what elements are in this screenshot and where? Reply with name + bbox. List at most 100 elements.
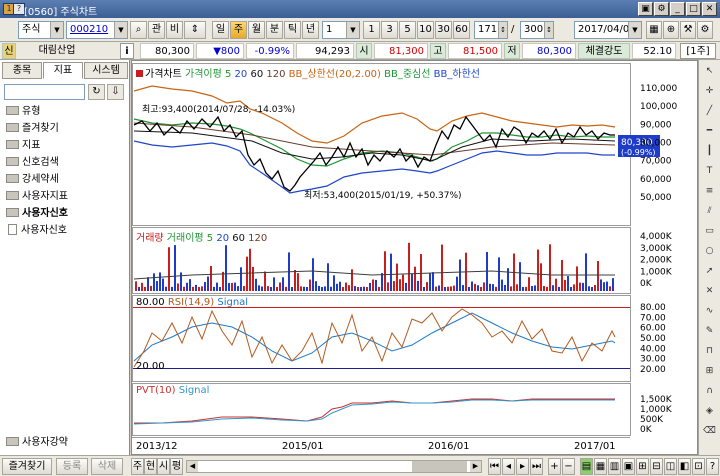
view-button-3[interactable]: ▣ bbox=[622, 458, 635, 475]
period-value-select[interactable]: 1 ▼ bbox=[322, 21, 360, 39]
tree-item-favorites[interactable]: 즐겨찾기 bbox=[6, 120, 59, 137]
scroll-prev-button[interactable]: ◂ bbox=[502, 458, 515, 475]
refresh-button[interactable]: ↻ bbox=[88, 84, 105, 100]
ruler-tool-icon[interactable]: ⊞ bbox=[702, 364, 717, 378]
interval-1-button[interactable]: 1 bbox=[363, 21, 380, 39]
zoom-out-button[interactable]: − bbox=[562, 458, 575, 475]
tab-system[interactable]: 시스템 bbox=[84, 62, 128, 79]
legend-rsi-signal: Signal bbox=[217, 297, 249, 308]
period-year-button[interactable]: 년 bbox=[302, 21, 319, 39]
chart-canvas[interactable]: 최고:93,400(2014/07/28, -14.03%) 최저:53,400… bbox=[132, 61, 697, 454]
settings-button[interactable]: ⚙ bbox=[697, 21, 713, 39]
zoom-in-button[interactable]: + bbox=[548, 458, 561, 475]
view-button-4[interactable]: ⊞ bbox=[636, 458, 649, 475]
tree-item-user-strength[interactable]: 사용자강약 bbox=[6, 434, 68, 451]
indicator-search-input[interactable] bbox=[4, 84, 85, 100]
export-button[interactable]: ▤ bbox=[580, 458, 593, 475]
period-tick-button[interactable]: 틱 bbox=[284, 21, 301, 39]
bi-button[interactable]: 비 bbox=[166, 21, 183, 39]
eraser-tool-icon[interactable]: ⌫ bbox=[702, 424, 717, 438]
arrow-tool-icon[interactable]: ➚ bbox=[702, 264, 717, 278]
unit-button[interactable]: [1주] bbox=[680, 43, 716, 59]
market-select[interactable]: 주식 ▼ bbox=[18, 21, 64, 39]
date-input[interactable]: 2017/04/04 ▼ bbox=[574, 21, 642, 39]
gwan-button[interactable]: 관 bbox=[148, 21, 165, 39]
tools-button[interactable]: ⚒ bbox=[680, 21, 696, 39]
pen-tool-icon[interactable]: ✎ bbox=[702, 324, 717, 338]
scroll-first-button[interactable]: ⏮ bbox=[488, 458, 501, 475]
scroll-last-button[interactable]: ⏭ bbox=[530, 458, 543, 475]
tree-item-strength[interactable]: 강세약세 bbox=[6, 171, 59, 188]
gann-tool-icon[interactable]: ✕ bbox=[702, 284, 717, 298]
tree-item-user-indicator[interactable]: 사용자지표 bbox=[6, 188, 68, 205]
chart-scrollbar[interactable]: ◀ ▶ bbox=[186, 460, 482, 473]
palette-tool-icon[interactable]: ◈ bbox=[702, 404, 717, 418]
view-button-6[interactable]: ◫ bbox=[664, 458, 677, 475]
period-tool-icon[interactable]: ⊓ bbox=[702, 344, 717, 358]
view-button-8[interactable]: ⊡ bbox=[692, 458, 705, 475]
search-button[interactable]: ⌕ bbox=[130, 21, 147, 39]
interval-30-button[interactable]: 30 bbox=[435, 21, 452, 39]
period-month-button[interactable]: 월 bbox=[248, 21, 265, 39]
tab-stock[interactable]: 종목 bbox=[2, 62, 42, 79]
rectangle-tool-icon[interactable]: ▭ bbox=[702, 224, 717, 238]
chart-area[interactable]: 최고:93,400(2014/07/28, -14.03%) 최저:53,400… bbox=[131, 60, 698, 455]
crosshair-tool-icon[interactable]: ✛ bbox=[702, 84, 717, 98]
wave-tool-icon[interactable]: ∿ bbox=[702, 304, 717, 318]
volume-bar bbox=[234, 282, 236, 291]
hline-tool-icon[interactable]: ━ bbox=[702, 124, 717, 138]
fibonacci-tool-icon[interactable]: ≡ bbox=[702, 184, 717, 198]
expand-icon: ⇩ bbox=[111, 86, 120, 97]
tab-market[interactable]: 시 bbox=[157, 458, 170, 475]
favorites-button[interactable]: 즐겨찾기 bbox=[2, 458, 52, 475]
info-button[interactable]: i bbox=[120, 43, 134, 59]
help-button[interactable]: ? bbox=[706, 458, 719, 475]
close-button[interactable]: ✕ bbox=[702, 2, 717, 16]
tree-subitem-user-signal[interactable]: 사용자신호 bbox=[8, 222, 67, 239]
magnet-tool-icon[interactable]: ∩ bbox=[702, 384, 717, 398]
trendline-tool-icon[interactable]: ╱ bbox=[702, 104, 717, 118]
view-button-2[interactable]: ▥ bbox=[608, 458, 621, 475]
interval-10-button[interactable]: 10 bbox=[417, 21, 434, 39]
channel-tool-icon[interactable]: ⫽ bbox=[702, 204, 717, 218]
interval-5-button[interactable]: 5 bbox=[399, 21, 416, 39]
count-a-input[interactable]: 171 ↕ bbox=[474, 21, 508, 39]
cursor-tool-icon[interactable]: ↖ bbox=[702, 64, 717, 78]
maximize-button[interactable]: □ bbox=[686, 2, 701, 16]
count-b-input[interactable]: 300 ↕ bbox=[520, 21, 554, 39]
tree-item-signal-search[interactable]: 신호검색 bbox=[6, 154, 59, 171]
tree-item-type[interactable]: 유형 bbox=[6, 103, 40, 120]
settings-button[interactable]: ⚙ bbox=[654, 2, 669, 16]
period-day-button[interactable]: 일 bbox=[212, 21, 229, 39]
zoom-button[interactable]: ⊕ bbox=[663, 21, 679, 39]
tab-main[interactable]: 주 bbox=[131, 458, 144, 475]
tab-indicator[interactable]: 지표 bbox=[43, 62, 83, 79]
vline-tool-icon[interactable]: ┃ bbox=[702, 144, 717, 158]
tab-current[interactable]: 현 bbox=[144, 458, 157, 475]
expand-button[interactable]: ⇩ bbox=[107, 84, 124, 100]
scroll-next-button[interactable]: ▸ bbox=[516, 458, 529, 475]
circle-tool-icon[interactable]: ○ bbox=[702, 244, 717, 258]
grid-button[interactable]: ▦ bbox=[646, 21, 662, 39]
tab-average[interactable]: 평 bbox=[170, 458, 183, 475]
delete-button[interactable]: 삭제 bbox=[91, 458, 123, 475]
spin-button[interactable]: ⇕ bbox=[184, 21, 206, 39]
scroll-right-icon[interactable]: ▶ bbox=[470, 461, 481, 472]
period-minute-button[interactable]: 분 bbox=[266, 21, 283, 39]
minimize-button[interactable]: _ bbox=[670, 2, 685, 16]
tree-item-indicator[interactable]: 지표 bbox=[6, 137, 40, 154]
stock-code-input[interactable]: 000210 ▼ bbox=[66, 21, 128, 39]
view-button-5[interactable]: ⊟ bbox=[650, 458, 663, 475]
interval-60-button[interactable]: 60 bbox=[453, 21, 470, 39]
register-button[interactable]: 등록 bbox=[56, 458, 88, 475]
period-week-button[interactable]: 주 bbox=[230, 21, 247, 39]
scroll-left-icon[interactable]: ◀ bbox=[187, 461, 198, 472]
interval-3-button[interactable]: 3 bbox=[381, 21, 398, 39]
view-button-7[interactable]: ◧ bbox=[678, 458, 691, 475]
tree-item-user-signal[interactable]: 사용자신호 bbox=[6, 205, 68, 222]
view-button-1[interactable]: ▦ bbox=[594, 458, 607, 475]
pin-button[interactable]: ▣ bbox=[638, 2, 653, 16]
scrollbar-thumb[interactable] bbox=[412, 461, 467, 472]
volume-bar bbox=[417, 280, 419, 291]
text-tool-icon[interactable]: T bbox=[702, 164, 717, 178]
